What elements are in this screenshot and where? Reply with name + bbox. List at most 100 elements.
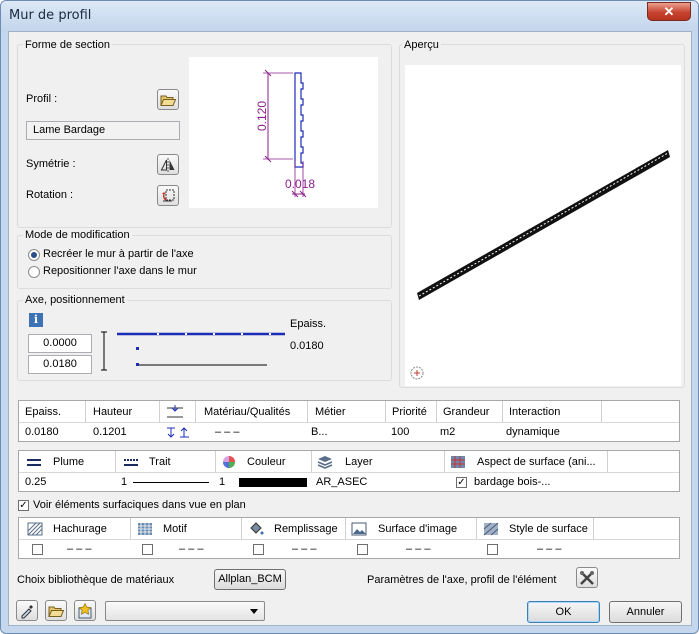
info-icon[interactable]: i (29, 313, 43, 327)
layer-icon (317, 456, 333, 469)
col-height[interactable]: Hauteur (93, 406, 132, 418)
col-hatching[interactable]: Hachurage (53, 523, 107, 535)
rotation-button[interactable] (157, 185, 179, 206)
axis-value-2[interactable]: 0.0180 (28, 355, 92, 374)
cell-color-index[interactable]: 1 (219, 476, 225, 488)
cell-surface-aspect[interactable]: bardage bois-... (474, 476, 550, 488)
layers-table: Epaiss. Hauteur Matériau/Qualités Métier… (18, 400, 680, 442)
format-table: Plume Trait Couleur Layer Aspect de surf… (18, 450, 680, 492)
hatching-checkbox[interactable] (32, 544, 43, 555)
symmetry-label: Symétrie : (26, 158, 76, 170)
mode-radio-reposition[interactable] (28, 266, 40, 278)
profile-label: Profil : (26, 93, 58, 105)
surface-aspect-icon (451, 456, 465, 468)
thickness-value: 0.0180 (290, 340, 324, 352)
cell-pen[interactable]: 0.25 (25, 476, 46, 488)
pattern-icon (138, 523, 152, 535)
cell-interaction[interactable]: dynamique (506, 426, 560, 438)
fill-table: Hachurage Motif Remplissage Surface d'im… (18, 517, 680, 559)
height-mode-icon[interactable] (166, 404, 184, 420)
col-color[interactable]: Couleur (247, 456, 286, 468)
width-dimension: 0.018 (285, 177, 316, 191)
color-swatch[interactable] (239, 478, 307, 487)
close-button[interactable]: ✕ (647, 2, 691, 21)
folder-open-icon (48, 606, 64, 617)
pattern-checkbox[interactable] (142, 544, 153, 555)
col-fill[interactable]: Remplissage (274, 523, 338, 535)
fill-checkbox[interactable] (253, 544, 264, 555)
cell-pattern: – – – (179, 543, 204, 555)
axis-value-1[interactable]: 0.0000 (28, 334, 92, 353)
col-pen[interactable]: Plume (53, 456, 84, 468)
material-library-button[interactable]: Allplan_BCM (214, 569, 286, 590)
col-trade[interactable]: Métier (315, 406, 346, 418)
surface-style-icon (483, 522, 499, 536)
pen-icon (27, 459, 41, 466)
profile-shape (263, 69, 307, 198)
section-group-title: Forme de section (23, 39, 112, 51)
line-type-icon (124, 459, 138, 466)
preview-title: Aperçu (402, 39, 441, 51)
folder-open-icon (160, 95, 176, 106)
cell-priority[interactable]: 100 (391, 426, 409, 438)
axis-params-button[interactable] (576, 567, 598, 588)
col-thickness[interactable]: Epaiss. (25, 406, 61, 418)
chevron-down-icon (250, 609, 258, 614)
axis-title: Axe, positionnement (23, 294, 127, 306)
surface-style-checkbox[interactable] (487, 544, 498, 555)
symmetry-button[interactable] (157, 154, 179, 175)
mode-option-recreate[interactable]: Recréer le mur à partir de l'axe (43, 248, 194, 260)
tools-icon (580, 570, 594, 585)
mode-radio-recreate[interactable] (28, 249, 40, 261)
col-interaction[interactable]: Interaction (509, 406, 560, 418)
col-pattern[interactable]: Motif (163, 523, 187, 535)
cell-height[interactable]: 0.1201 (93, 426, 127, 438)
cell-image-surface: – – – (406, 543, 431, 555)
rotate-icon (162, 189, 175, 201)
cell-line-number[interactable]: 1 (121, 476, 127, 488)
dialog-window: Mur de profil ✕ Forme de section Profil … (0, 0, 699, 634)
eyedropper-button[interactable] (16, 600, 38, 621)
cell-fill: – – – (292, 543, 317, 555)
save-favorite-button[interactable] (74, 600, 96, 621)
preview-wall (417, 150, 670, 300)
mode-group (17, 235, 392, 289)
mode-option-reposition[interactable]: Repositionner l'axe dans le mur (43, 265, 197, 277)
surface-aspect-checkbox[interactable]: ✓ (456, 477, 467, 488)
height-dimension: 0.120 (255, 100, 270, 132)
col-priority[interactable]: Priorité (392, 406, 427, 418)
favorites-dropdown[interactable] (105, 601, 265, 621)
color-wheel-icon (223, 456, 235, 468)
window-title: Mur de profil (9, 8, 92, 23)
open-profile-button[interactable] (157, 89, 179, 110)
cell-thickness[interactable]: 0.0180 (25, 426, 59, 438)
navigation-icon[interactable] (408, 364, 426, 382)
col-material[interactable]: Matériau/Qualités (204, 406, 290, 418)
image-surface-checkbox[interactable] (357, 544, 368, 555)
col-unit[interactable]: Grandeur (443, 406, 489, 418)
profile-drawing: 0.120 0.018 (189, 57, 378, 208)
col-layer[interactable]: Layer (345, 456, 373, 468)
col-image-surface[interactable]: Surface d'image (378, 523, 457, 535)
height-arrows-icon[interactable] (166, 425, 192, 439)
col-surface-aspect[interactable]: Aspect de surface (ani... (477, 456, 596, 468)
title-bar[interactable]: Mur de profil ✕ (1, 1, 698, 31)
cell-surface-style: – – – (537, 543, 562, 555)
open-favorite-button[interactable] (45, 600, 67, 621)
show-surface-elements-checkbox[interactable]: ✓ (18, 500, 29, 511)
profile-name-field[interactable]: Lame Bardage (26, 121, 180, 140)
col-line[interactable]: Trait (149, 456, 171, 468)
col-surface-style[interactable]: Style de surface (509, 523, 588, 535)
preview-canvas (405, 65, 681, 386)
cancel-button[interactable]: Annuler (609, 601, 682, 623)
ok-button[interactable]: OK (527, 601, 600, 623)
mirror-icon (160, 157, 175, 172)
cell-trade[interactable]: B... (311, 426, 328, 438)
star-favorite-icon (78, 602, 92, 618)
eyedropper-icon (21, 604, 33, 618)
show-surface-elements-label[interactable]: Voir éléments surfaciques dans vue en pl… (33, 499, 246, 511)
cell-unit[interactable]: m2 (440, 426, 455, 438)
cell-line-preview (133, 482, 209, 483)
cell-material[interactable]: – – – (215, 426, 239, 438)
cell-layer[interactable]: AR_ASEC (316, 476, 367, 488)
